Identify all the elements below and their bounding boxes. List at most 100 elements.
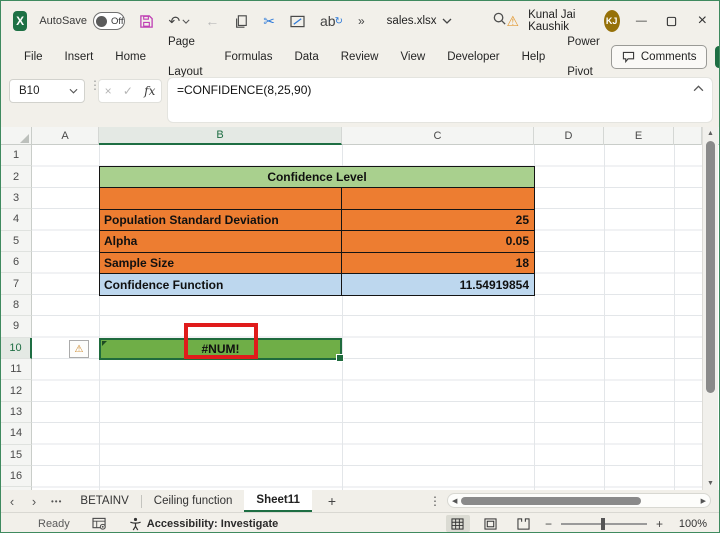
row-header-3[interactable]: 3 xyxy=(1,188,32,209)
row-label-cell[interactable]: Population Standard Deviation xyxy=(100,210,342,230)
row-header-12[interactable]: 12 xyxy=(1,380,32,401)
tab-help[interactable]: Help xyxy=(511,42,557,72)
close-button[interactable]: × xyxy=(694,9,711,33)
name-box-chevron-icon[interactable] xyxy=(69,88,78,94)
tab-formulas[interactable]: Formulas xyxy=(214,42,284,72)
table-row[interactable]: Alpha 0.05 xyxy=(100,231,534,252)
table-title-cell[interactable]: Confidence Level xyxy=(100,167,534,188)
tab-review[interactable]: Review xyxy=(330,42,390,72)
cancel-icon[interactable]: × xyxy=(105,84,112,98)
minimize-button[interactable]: — xyxy=(633,9,650,33)
search-icon[interactable] xyxy=(492,11,507,31)
row-header-5[interactable]: 5 xyxy=(1,231,32,252)
zoom-in-button[interactable]: + xyxy=(656,517,663,531)
row-header-2[interactable]: 2 xyxy=(1,166,32,187)
row-header-4[interactable]: 4 xyxy=(1,209,32,230)
copy-icon[interactable] xyxy=(234,14,248,29)
row-header-16[interactable]: 16 xyxy=(1,466,32,487)
row-value-cell[interactable]: 0.05 xyxy=(342,231,534,251)
paste-picture-icon[interactable] xyxy=(290,15,305,28)
tab-view[interactable]: View xyxy=(389,42,436,72)
row-header-11[interactable]: 11 xyxy=(1,359,32,380)
page-break-view-button[interactable] xyxy=(512,515,536,532)
vertical-scrollbar[interactable]: ▲ ▼ xyxy=(702,127,718,490)
row-header-10[interactable]: 10 xyxy=(1,338,32,359)
row-header-13[interactable]: 13 xyxy=(1,402,32,423)
spell-loop-arrow: ↻ xyxy=(335,16,343,27)
tab-data[interactable]: Data xyxy=(283,42,329,72)
maximize-button[interactable] xyxy=(663,9,680,33)
scroll-left-icon[interactable]: ◀ xyxy=(452,497,457,505)
column-header-d[interactable]: D xyxy=(534,127,604,145)
toolbar-overflow-icon[interactable]: » xyxy=(358,14,365,28)
scroll-right-icon[interactable]: ▶ xyxy=(701,497,706,505)
row-header-15[interactable]: 15 xyxy=(1,445,32,466)
row-header-8[interactable]: 8 xyxy=(1,295,32,316)
row-label-cell[interactable]: Alpha xyxy=(100,231,342,251)
enter-check-icon[interactable]: ✓ xyxy=(123,84,133,98)
formula-bar-collapse-icon[interactable] xyxy=(693,85,704,92)
accessibility-icon[interactable] xyxy=(129,517,142,531)
sheet-nav-left-icon[interactable]: ‹ xyxy=(1,494,23,509)
tab-insert[interactable]: Insert xyxy=(54,42,105,72)
error-indicator-icon xyxy=(102,341,107,346)
horizontal-scrollbar[interactable]: ◀ ▶ xyxy=(447,493,711,508)
accessibility-status[interactable]: Accessibility: Investigate xyxy=(147,518,278,530)
error-trace-button[interactable]: ⚠ xyxy=(69,340,89,358)
cut-icon[interactable]: ✂ xyxy=(263,13,275,30)
sheet-tab-ceiling-function[interactable]: Ceiling function xyxy=(142,490,245,512)
insert-function-button[interactable]: fx xyxy=(144,84,155,98)
horizontal-scrollbar-thumb[interactable] xyxy=(461,497,641,505)
autosave-toggle[interactable]: Off xyxy=(93,12,125,30)
macro-record-button[interactable] xyxy=(92,517,107,530)
row-header-7[interactable]: 7 xyxy=(1,273,32,294)
name-box[interactable]: B10 xyxy=(9,79,85,103)
excel-logo-icon[interactable]: X xyxy=(13,11,27,31)
zoom-out-button[interactable]: − xyxy=(545,517,552,531)
zoom-slider-handle[interactable] xyxy=(601,518,605,530)
sheetbar-menu-icon[interactable]: ⋮ xyxy=(429,494,441,508)
normal-view-button[interactable] xyxy=(446,515,470,532)
column-header-c[interactable]: C xyxy=(342,127,534,145)
column-header-partial[interactable] xyxy=(674,127,702,145)
spelling-icon[interactable]: ab↻ xyxy=(320,13,343,29)
row-value-cell[interactable]: 18 xyxy=(342,253,534,273)
column-header-a[interactable]: A xyxy=(32,127,99,145)
zoom-percentage[interactable]: 100% xyxy=(675,518,707,530)
alert-warning-icon[interactable]: ⚠ xyxy=(507,13,520,30)
table-row[interactable]: Sample Size 18 xyxy=(100,253,534,274)
scroll-down-icon[interactable]: ▼ xyxy=(703,480,718,487)
row-header-14[interactable]: 14 xyxy=(1,423,32,444)
save-icon[interactable] xyxy=(139,14,154,29)
table-row[interactable]: Confidence Function 11.54919854 xyxy=(100,274,534,295)
row-header-6[interactable]: 6 xyxy=(1,252,32,273)
select-all-button[interactable] xyxy=(1,127,32,145)
row-label-cell[interactable]: Sample Size xyxy=(100,253,342,273)
row-header-9[interactable]: 9 xyxy=(1,316,32,337)
sheet-nav-right-icon[interactable]: › xyxy=(23,494,45,509)
new-sheet-button[interactable]: + xyxy=(328,493,336,509)
tab-home[interactable]: Home xyxy=(104,42,157,72)
fill-handle[interactable] xyxy=(336,354,344,362)
tab-file[interactable]: File xyxy=(13,42,54,72)
row-label-cell[interactable]: Confidence Function xyxy=(100,274,342,295)
sheet-tab-sheet11[interactable]: Sheet11 xyxy=(244,490,311,512)
sheet-list-icon[interactable]: ••• xyxy=(51,497,62,506)
formula-input[interactable]: =CONFIDENCE(8,25,90) xyxy=(167,77,713,123)
row-value-cell[interactable]: 25 xyxy=(342,210,534,230)
page-layout-view-button[interactable] xyxy=(479,515,503,532)
zoom-slider[interactable] xyxy=(561,523,647,525)
document-title[interactable]: sales.xlsx xyxy=(387,15,452,27)
vertical-scrollbar-thumb[interactable] xyxy=(706,141,715,393)
column-header-e[interactable]: E xyxy=(604,127,674,145)
sheet-tab-betainv[interactable]: BETAINV xyxy=(68,490,140,512)
table-spacer-row[interactable] xyxy=(100,188,534,209)
tab-developer[interactable]: Developer xyxy=(436,42,510,72)
scroll-up-icon[interactable]: ▲ xyxy=(703,130,718,137)
row-header-1[interactable]: 1 xyxy=(1,145,32,166)
column-header-b[interactable]: B xyxy=(99,127,342,145)
row-value-cell[interactable]: 11.54919854 xyxy=(342,274,534,295)
comments-button[interactable]: Comments xyxy=(611,45,708,69)
table-row[interactable]: Population Standard Deviation 25 xyxy=(100,210,534,231)
share-button[interactable] xyxy=(715,46,720,68)
